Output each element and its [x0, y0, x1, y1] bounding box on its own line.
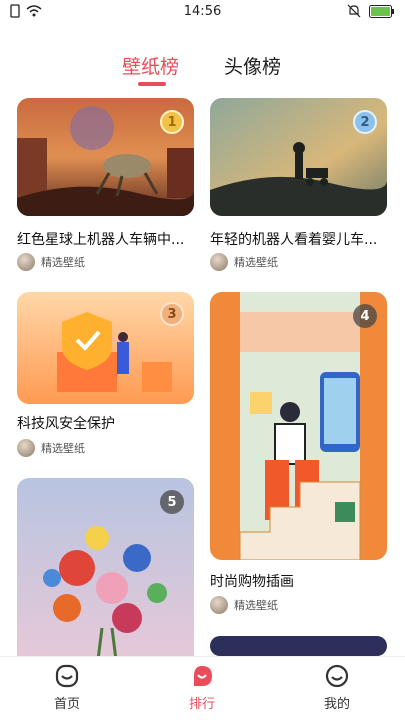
profile-face-icon [325, 664, 349, 688]
rank-number: 4 [360, 308, 370, 324]
wallpaper-thumbnail[interactable] [210, 292, 387, 560]
wallpaper-card[interactable]: 2 年轻的机器人看着婴儿车... 精选壁纸 [210, 98, 387, 273]
status-bar: 14:56 [0, 0, 405, 24]
rank-number: 3 [167, 306, 177, 322]
rank-badge: 5 [160, 490, 184, 514]
card-author[interactable]: 精选壁纸 [17, 439, 85, 457]
rank-number: 1 [167, 114, 177, 130]
author-avatar [210, 596, 228, 614]
card-title[interactable]: 年轻的机器人看着婴儿车... [210, 229, 377, 249]
wallpaper-card[interactable]: 4 时尚购物插画 精选壁纸 [210, 292, 387, 622]
rank-badge: 4 [353, 304, 377, 328]
author-name: 精选壁纸 [234, 256, 278, 269]
author-avatar [17, 439, 35, 457]
battery-icon [369, 4, 394, 18]
nav-home[interactable]: 首页 [27, 663, 107, 712]
nav-ranking[interactable]: 排行 [162, 663, 242, 712]
card-author[interactable]: 精选壁纸 [210, 253, 278, 271]
author-name: 精选壁纸 [41, 442, 85, 455]
rank-number: 2 [360, 114, 370, 130]
card-author[interactable]: 精选壁纸 [17, 253, 85, 271]
status-time: 14:56 [183, 4, 222, 19]
nav-home-label: 首页 [53, 697, 80, 712]
card-title[interactable]: 红色星球上机器人车辆中... [17, 229, 184, 249]
status-right [347, 4, 395, 18]
nav-profile[interactable]: 我的 [297, 663, 377, 712]
wallpaper-card[interactable] [210, 636, 387, 656]
nav-profile-label: 我的 [323, 697, 350, 712]
wallpaper-thumbnail[interactable] [210, 636, 387, 656]
nav-ranking-label: 排行 [188, 697, 215, 712]
ranking-icon [194, 666, 212, 686]
card-title[interactable]: 时尚购物插画 [210, 571, 294, 591]
wallpaper-card[interactable]: 3 科技风安全保护 精选壁纸 [17, 292, 194, 462]
wallpaper-card[interactable]: 5 [17, 478, 194, 668]
rank-number: 5 [167, 494, 177, 510]
mute-bell-icon [347, 4, 361, 18]
rank-badge-gold: 1 [160, 110, 184, 134]
author-avatar [210, 253, 228, 271]
rank-badge-silver: 2 [353, 110, 377, 134]
tab-wallpaper-ranking[interactable]: 壁纸榜 [122, 52, 179, 79]
active-tab-indicator [138, 82, 166, 86]
bottom-navigation: 首页 排行 我的 [0, 656, 405, 720]
author-name: 精选壁纸 [234, 599, 278, 612]
ranking-tabs: 壁纸榜 头像榜 [0, 52, 405, 92]
author-name: 精选壁纸 [41, 256, 85, 269]
wallpaper-card[interactable]: 1 红色星球上机器人车辆中... 精选壁纸 [17, 98, 194, 273]
rank-badge-bronze: 3 [160, 302, 184, 326]
card-author[interactable]: 精选壁纸 [210, 596, 278, 614]
card-title[interactable]: 科技风安全保护 [17, 413, 115, 433]
home-face-icon [55, 664, 79, 688]
author-avatar [17, 253, 35, 271]
tab-avatar-ranking[interactable]: 头像榜 [224, 52, 281, 79]
